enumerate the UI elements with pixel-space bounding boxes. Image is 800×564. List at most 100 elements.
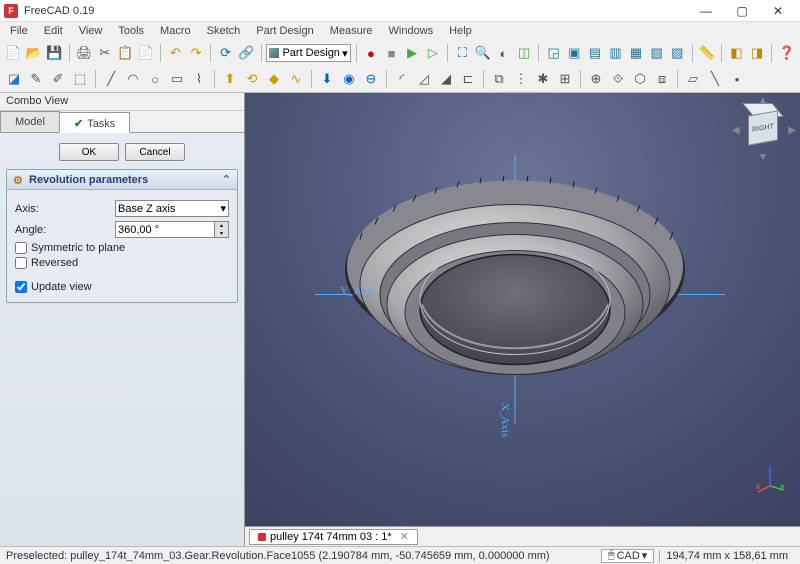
3d-viewport[interactable]: Y_Axis X_Axis RIGHT ◀ ▶ ▲ ▼ z y x pulley… (245, 93, 800, 546)
fit-all-icon[interactable]: ⛶ (453, 43, 472, 63)
datum-plane-icon[interactable]: ▱ (683, 69, 703, 89)
symmetric-label: Symmetric to plane (31, 242, 125, 254)
open-icon[interactable]: 📂 (25, 43, 44, 63)
menu-view[interactable]: View (71, 23, 111, 39)
pocket-icon[interactable]: ⬇ (317, 69, 337, 89)
groove-icon[interactable]: ⊖ (361, 69, 381, 89)
macro-edit-icon[interactable]: ▶ (403, 43, 422, 63)
multi-pattern-icon[interactable]: ⊞ (555, 69, 575, 89)
mouse-icon: 🖱 (608, 549, 615, 562)
bbox-icon[interactable]: ◫ (515, 43, 534, 63)
collapse-icon[interactable]: ⌃ (222, 173, 231, 186)
loft-icon[interactable]: ◆ (264, 69, 284, 89)
linear-pattern-icon[interactable]: ⋮ (511, 69, 531, 89)
menu-macro[interactable]: Macro (152, 23, 199, 39)
menu-sketch[interactable]: Sketch (199, 23, 249, 39)
spin-down-icon[interactable]: ▾ (214, 230, 228, 238)
update-view-checkbox[interactable] (15, 281, 27, 293)
refresh-icon[interactable]: ⟳ (216, 43, 235, 63)
close-button[interactable]: ✕ (760, 1, 796, 21)
macro-stop-icon[interactable]: ■ (382, 43, 401, 63)
rect-icon[interactable]: ▭ (167, 69, 187, 89)
fillet-icon[interactable]: ◜ (392, 69, 412, 89)
new-icon[interactable]: 📄 (4, 43, 23, 63)
sweep-icon[interactable]: ∿ (286, 69, 306, 89)
spin-up-icon[interactable]: ▴ (214, 222, 228, 230)
navcube-up-arrow-icon[interactable]: ▲ (758, 95, 768, 106)
front-icon[interactable]: ▣ (565, 43, 584, 63)
navcube-left-arrow-icon[interactable]: ◀ (732, 125, 740, 136)
angle-input[interactable]: 360,00 ° ▴▾ (115, 221, 229, 238)
iso-icon[interactable]: ◲ (544, 43, 563, 63)
hole-icon[interactable]: ◉ (339, 69, 359, 89)
menu-part-design[interactable]: Part Design (248, 23, 321, 39)
redo-icon[interactable]: ↷ (187, 43, 206, 63)
macro-run-icon[interactable]: ▷ (423, 43, 442, 63)
tab-tasks[interactable]: ✔Tasks (59, 112, 130, 133)
menu-measure[interactable]: Measure (322, 23, 381, 39)
map-sketch-icon[interactable]: ⬚ (70, 69, 90, 89)
part-icon[interactable]: ◧ (727, 43, 746, 63)
menu-help[interactable]: Help (441, 23, 480, 39)
doc-close-icon[interactable]: ✕ (400, 530, 409, 543)
tab-model[interactable]: Model (0, 111, 60, 132)
body-icon[interactable]: ◪ (4, 69, 24, 89)
menu-edit[interactable]: Edit (36, 23, 71, 39)
sketch-icon[interactable]: ✎ (26, 69, 46, 89)
panel-header[interactable]: ⚙ Revolution parameters ⌃ (7, 170, 237, 190)
maximize-button[interactable]: ▢ (724, 1, 760, 21)
menu-tools[interactable]: Tools (110, 23, 152, 39)
cut-icon[interactable]: ✂ (95, 43, 114, 63)
pad-icon[interactable]: ⬆ (220, 69, 240, 89)
menu-windows[interactable]: Windows (381, 23, 442, 39)
chamfer-icon[interactable]: ◿ (414, 69, 434, 89)
save-icon[interactable]: 💾 (45, 43, 64, 63)
group-icon[interactable]: ◨ (748, 43, 767, 63)
polar-pattern-icon[interactable]: ✱ (533, 69, 553, 89)
navigation-cube[interactable]: RIGHT ◀ ▶ ▲ ▼ (736, 101, 792, 157)
measure-icon[interactable]: 📏 (698, 43, 717, 63)
left-icon[interactable]: ▨ (668, 43, 687, 63)
polyline-icon[interactable]: ⌇ (189, 69, 209, 89)
nav-style-button[interactable]: 🖱CAD▾ (601, 549, 654, 563)
whatsthis-icon[interactable]: ❓ (777, 43, 796, 63)
minimize-button[interactable]: — (688, 1, 724, 21)
reversed-checkbox[interactable] (15, 257, 27, 269)
rear-icon[interactable]: ▦ (627, 43, 646, 63)
datum-point-icon[interactable]: • (727, 69, 747, 89)
top-icon[interactable]: ▤ (586, 43, 605, 63)
draft-icon[interactable]: ◢ (436, 69, 456, 89)
print-icon[interactable]: 🖨 (75, 43, 94, 63)
axis-select[interactable]: Base Z axis▾ (115, 200, 229, 217)
navcube-right-arrow-icon[interactable]: ▶ (788, 125, 796, 136)
bottom-icon[interactable]: ▧ (647, 43, 666, 63)
macro-record-icon[interactable]: ● (362, 43, 381, 63)
link-icon[interactable]: 🔗 (237, 43, 256, 63)
clone-icon[interactable]: ⧈ (652, 69, 672, 89)
draw-style-icon[interactable]: ◐ (494, 43, 513, 63)
edit-sketch-icon[interactable]: ✐ (48, 69, 68, 89)
thickness-icon[interactable]: ⊏ (458, 69, 478, 89)
arc-icon[interactable]: ◠ (123, 69, 143, 89)
document-tab[interactable]: pulley 174t 74mm 03 : 1* ✕ (249, 529, 418, 545)
paste-icon[interactable]: 📄 (137, 43, 156, 63)
line-icon[interactable]: ╱ (101, 69, 121, 89)
cancel-button[interactable]: Cancel (125, 143, 185, 161)
revolution-icon[interactable]: ⟲ (242, 69, 262, 89)
symmetric-checkbox[interactable] (15, 242, 27, 254)
menu-file[interactable]: File (2, 23, 36, 39)
right-icon[interactable]: ▥ (606, 43, 625, 63)
menu-bar: File Edit View Tools Macro Sketch Part D… (0, 22, 800, 40)
circle-icon[interactable]: ○ (145, 69, 165, 89)
ok-button[interactable]: OK (59, 143, 119, 161)
mirror-icon[interactable]: ⧉ (489, 69, 509, 89)
fit-sel-icon[interactable]: 🔍 (474, 43, 493, 63)
workbench-selector[interactable]: Part Design▾ (266, 44, 350, 62)
shape-binder-icon[interactable]: ⬡ (630, 69, 650, 89)
migrate-icon[interactable]: ⟐ (608, 69, 628, 89)
datum-line-icon[interactable]: ╲ (705, 69, 725, 89)
navcube-down-arrow-icon[interactable]: ▼ (758, 152, 768, 163)
undo-icon[interactable]: ↶ (166, 43, 185, 63)
boolean-icon[interactable]: ⊕ (586, 69, 606, 89)
copy-icon[interactable]: 📋 (116, 43, 135, 63)
